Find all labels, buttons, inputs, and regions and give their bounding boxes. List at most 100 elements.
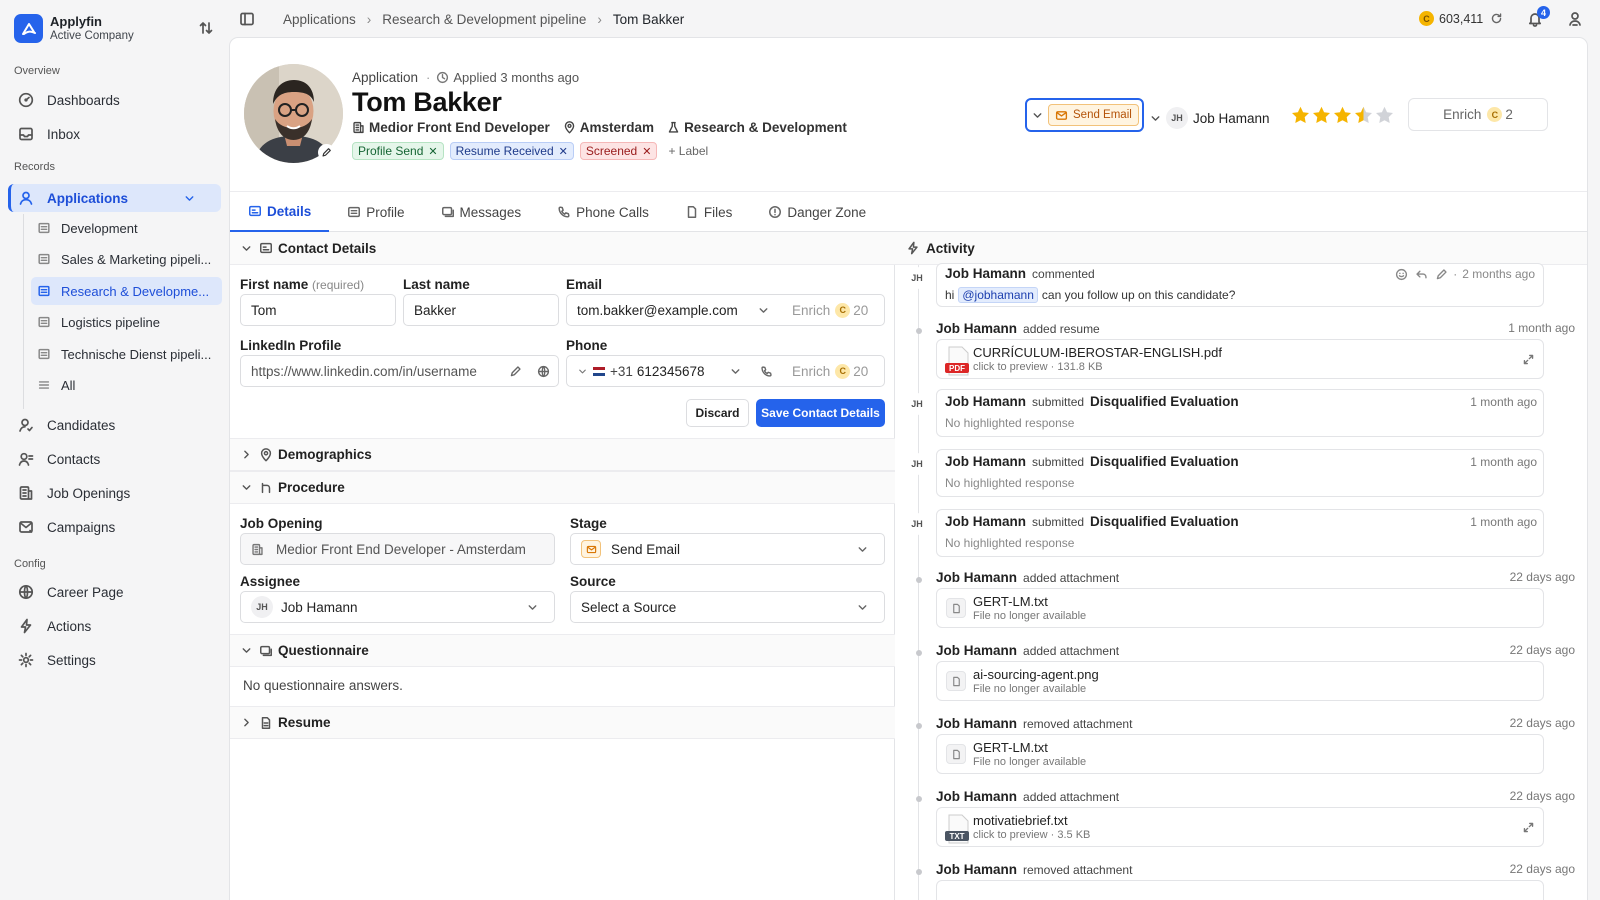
rating-stars[interactable]	[1290, 105, 1395, 126]
sidebar-item-candidates[interactable]: Candidates	[8, 411, 221, 439]
star-icon[interactable]	[1353, 105, 1374, 126]
user-mention[interactable]: @jobhamann	[958, 287, 1038, 303]
user-icon	[19, 191, 33, 205]
linkedin-label: LinkedIn Profile	[240, 338, 342, 353]
phone-field[interactable]: +31 612345678 Enrich C 20	[566, 355, 885, 387]
brand[interactable]: Applyfin Active Company	[14, 14, 134, 43]
breadcrumb-pipeline[interactable]: Research & Development pipeline	[382, 12, 586, 27]
sidebar-item-inbox[interactable]: Inbox	[8, 120, 221, 148]
evaluation-card[interactable]: Job Hamann submitted Disqualified Evaluati…	[936, 389, 1544, 437]
netherlands-flag-icon[interactable]	[593, 366, 605, 376]
sidebar-item-development[interactable]: Development	[31, 214, 222, 242]
save-contact-details-button[interactable]: Save Contact Details	[756, 399, 885, 427]
label-tag[interactable]: Screened ✕	[579, 142, 658, 160]
credits-balance[interactable]: C 603,411	[1419, 11, 1483, 26]
assignee-selector[interactable]: JH Job Hamann	[1149, 107, 1270, 129]
sidebar-item-research-development[interactable]: Research & Developme...	[31, 277, 222, 305]
attachment-card[interactable]: TXT motivatiebrief.txt click to preview …	[936, 807, 1544, 847]
sidebar-item-actions[interactable]: Actions	[8, 612, 221, 640]
tab-profile[interactable]: Profile	[329, 192, 422, 232]
sidebar-item-technische-dienst[interactable]: Technische Dienst pipeli...	[31, 340, 222, 368]
label-tag[interactable]: Profile Send ✕	[352, 142, 444, 160]
star-icon[interactable]	[1374, 105, 1395, 126]
first-name-field[interactable]: Tom	[240, 294, 396, 326]
expand-icon[interactable]	[1522, 353, 1535, 366]
stage-selector[interactable]: Send Email	[1025, 98, 1144, 132]
job-role[interactable]: Medior Front End Developer	[352, 120, 550, 135]
switch-company-icon[interactable]	[198, 20, 214, 36]
linkedin-field[interactable]: https://www.linkedin.com/in/username	[240, 355, 559, 387]
star-icon[interactable]	[1332, 105, 1353, 126]
pencil-icon[interactable]	[509, 365, 522, 378]
section-overview: Overview	[14, 65, 60, 77]
email-field[interactable]: tom.bakker@example.com Enrich C 20	[566, 294, 885, 326]
sidebar-item-dashboards[interactable]: Dashboards	[8, 86, 221, 114]
activity-resume: Job Hamann added resume 1 month ago PDF C…	[895, 321, 1587, 381]
expand-icon[interactable]	[1522, 821, 1535, 834]
chevron-down-icon[interactable]	[577, 366, 588, 377]
refresh-icon[interactable]	[1490, 12, 1503, 25]
evaluation-card[interactable]: Job Hamann submitted Disqualified Evaluati…	[936, 449, 1544, 497]
sidebar-toggle-icon[interactable]	[239, 11, 255, 27]
breadcrumb: Applications › Research & Development pi…	[283, 12, 684, 27]
chevron-right-icon	[244, 718, 249, 727]
breadcrumb-applications[interactable]: Applications	[283, 12, 356, 27]
chevron-down-icon[interactable]	[729, 365, 742, 378]
remove-label-icon[interactable]: ✕	[428, 145, 437, 158]
company-name: Active Company	[50, 29, 134, 42]
remove-label-icon[interactable]: ✕	[642, 145, 651, 158]
globe-icon[interactable]	[537, 365, 550, 378]
enrich-button[interactable]: Enrich C 2	[1408, 98, 1548, 131]
bolt-icon	[908, 241, 918, 255]
enrich-email-button[interactable]: Enrich C 20	[792, 302, 868, 318]
enrich-phone-button[interactable]: Enrich C 20	[792, 363, 868, 379]
tab-files[interactable]: Files	[667, 192, 751, 232]
tab-details[interactable]: Details	[230, 192, 330, 232]
discard-button[interactable]: Discard	[686, 399, 749, 427]
sidebar-item-settings[interactable]: Settings	[8, 646, 221, 674]
emoji-icon[interactable]	[1395, 268, 1408, 281]
sidebar: Applyfin Active Company Overview Dashboa…	[0, 0, 229, 900]
assignee-select[interactable]: JH Job Hamann	[240, 591, 555, 623]
sidebar-item-applications[interactable]: Applications	[8, 184, 221, 212]
sidebar-item-all[interactable]: All	[31, 371, 222, 399]
source-select[interactable]: Select a Source	[570, 591, 885, 623]
chevron-right-icon	[244, 450, 249, 459]
edit-avatar-icon[interactable]	[318, 144, 335, 161]
sidebar-item-sales-marketing[interactable]: Sales & Marketing pipeli...	[31, 245, 222, 273]
remove-label-icon[interactable]: ✕	[559, 145, 568, 158]
demographics-header[interactable]: Demographics	[230, 438, 895, 471]
evaluation-card[interactable]: Job Hamann submitted Disqualified Evaluati…	[936, 509, 1544, 557]
resume-file-card[interactable]: PDF CURRÍCULUM-IBEROSTAR-ENGLISH.pdf cli…	[936, 339, 1544, 379]
procedure-header[interactable]: Procedure	[230, 471, 895, 504]
reply-icon[interactable]	[1415, 268, 1428, 281]
questionnaire-header[interactable]: Questionnaire	[230, 634, 895, 667]
phone-icon	[558, 206, 570, 218]
sidebar-item-career-page[interactable]: Career Page	[8, 578, 221, 606]
sidebar-item-logistics[interactable]: Logistics pipeline	[31, 308, 222, 336]
chevron-down-icon[interactable]	[1031, 109, 1044, 122]
send-email-button[interactable]: Send Email	[1048, 104, 1139, 126]
last-name-field[interactable]: Bakker	[403, 294, 559, 326]
phone-icon[interactable]	[760, 365, 773, 378]
tab-messages[interactable]: Messages	[423, 192, 540, 232]
sidebar-item-job-openings[interactable]: Job Openings	[8, 479, 221, 507]
tab-phone-calls[interactable]: Phone Calls	[539, 192, 667, 232]
star-icon[interactable]	[1311, 105, 1332, 126]
file-name: GERT-LM.txt	[973, 740, 1048, 755]
account-icon[interactable]	[1567, 11, 1583, 27]
label-tag[interactable]: Resume Received ✕	[449, 142, 574, 160]
record-kind: Application	[352, 70, 419, 85]
tab-danger-zone[interactable]: Danger Zone	[750, 192, 884, 232]
star-icon[interactable]	[1290, 105, 1311, 126]
pencil-icon[interactable]	[1435, 268, 1448, 281]
resume-header[interactable]: Resume	[230, 706, 895, 739]
contact-details-header[interactable]: Contact Details	[230, 232, 895, 265]
add-label-button[interactable]: + Label	[663, 142, 714, 160]
stage-select[interactable]: Send Email	[570, 533, 885, 565]
sidebar-item-campaigns[interactable]: Campaigns	[8, 513, 221, 541]
sidebar-item-contacts[interactable]: Contacts	[8, 445, 221, 473]
globe-icon	[18, 584, 34, 600]
board-icon	[38, 348, 50, 360]
chevron-down-icon[interactable]	[757, 304, 770, 317]
